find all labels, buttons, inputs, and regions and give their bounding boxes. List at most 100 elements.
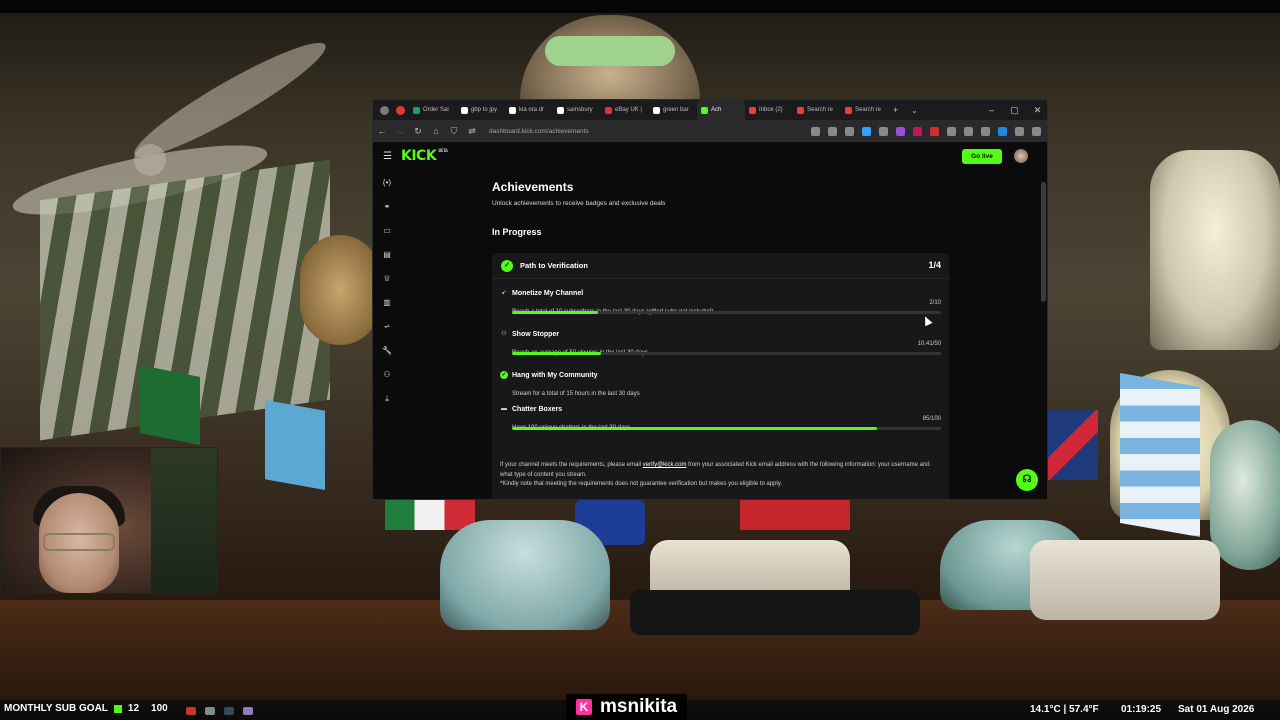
- calendar-icon[interactable]: ▭: [381, 225, 393, 237]
- minimize-button[interactable]: –: [980, 105, 1003, 115]
- flag-blue: [265, 400, 325, 490]
- puzzle-icon[interactable]: [981, 126, 990, 136]
- tab-list-button[interactable]: ⌄: [907, 100, 925, 120]
- extensions: [807, 126, 1045, 136]
- browser-tab[interactable]: eBay UK |: [601, 100, 649, 120]
- flag-red: [740, 500, 850, 530]
- achievement-progress: 10.41/50: [917, 341, 941, 347]
- extension-icon[interactable]: [879, 126, 888, 136]
- browser-tab[interactable]: kia ora dr: [505, 100, 553, 120]
- achievement-details: Reach a total of 10 subscribers in the l…: [512, 300, 941, 315]
- address-bar[interactable]: dashboard.kick.com/achievements: [485, 124, 805, 138]
- page-scrollbar[interactable]: [1039, 170, 1047, 499]
- achievement-details: Have 100 unique chatters in the last 30 …: [512, 416, 941, 431]
- lamp: [1150, 150, 1280, 350]
- help-chat-button[interactable]: ☊: [1016, 469, 1038, 491]
- extension-icon[interactable]: [896, 126, 905, 136]
- home-icon[interactable]: ⌂: [427, 126, 445, 136]
- achievement-progress: 2/10: [929, 300, 941, 306]
- date: Sat 01 Aug 2026: [1178, 704, 1255, 715]
- browser-tab[interactable]: Inbox (2): [745, 100, 793, 120]
- apps-icon[interactable]: [828, 126, 837, 136]
- section-title: In Progress: [492, 227, 542, 237]
- kick-logo[interactable]: KICK BETA: [401, 148, 448, 164]
- card-header[interactable]: ✓ Path to Verification 1/4: [492, 253, 949, 279]
- tab-favicon-icon: [749, 106, 756, 114]
- tab-actions-icon[interactable]: [380, 105, 389, 115]
- bookmark-icon[interactable]: [845, 126, 854, 136]
- shield-icon[interactable]: ⛉: [445, 126, 463, 137]
- page-title: Achievements: [492, 180, 574, 194]
- tab-label: sainsbury: [567, 107, 593, 113]
- user-avatar[interactable]: [1014, 149, 1028, 163]
- broadcast-icon[interactable]: (•): [381, 177, 393, 189]
- wrench-icon[interactable]: 🔧: [381, 345, 393, 357]
- card-icon[interactable]: ▥: [381, 297, 393, 309]
- app-icon[interactable]: [224, 707, 234, 715]
- tab-label: Inbox (2): [759, 107, 783, 113]
- grid-icon[interactable]: [1015, 126, 1024, 136]
- extension-icon[interactable]: [947, 126, 956, 136]
- flag-uk: [1048, 410, 1098, 480]
- progress-bar: [512, 427, 941, 430]
- site-settings-icon[interactable]: ⇌: [463, 126, 481, 137]
- extension-icon[interactable]: [930, 126, 939, 136]
- tab-favicon-icon: [797, 106, 804, 114]
- tab-favicon-icon: [845, 106, 852, 114]
- app-icon[interactable]: [186, 707, 196, 715]
- chart-icon[interactable]: ▤: [381, 249, 393, 261]
- verify-email-link[interactable]: verify@kick.com: [643, 462, 687, 468]
- browser-tab[interactable]: gbp to jpy: [457, 100, 505, 120]
- achievement-name: Chatter Boxers: [512, 405, 563, 413]
- verified-badge-icon: ✓: [501, 259, 513, 272]
- flag-italy: [385, 500, 475, 530]
- tab-label: Order Sai: [423, 107, 449, 113]
- top-letterbox: [0, 0, 1280, 13]
- app-icon[interactable]: [243, 707, 253, 715]
- sleep-mask: [545, 36, 675, 66]
- hamburger-menu-icon[interactable]: ☰: [383, 151, 393, 162]
- back-icon[interactable]: ←: [373, 126, 391, 136]
- forward-icon[interactable]: →: [391, 126, 409, 136]
- menu-icon[interactable]: [1032, 126, 1041, 136]
- tab-label: Search re: [807, 107, 834, 113]
- browser-tab[interactable]: green bar: [649, 100, 697, 120]
- tab-label: Search re: [855, 107, 882, 113]
- new-tab-button[interactable]: +: [889, 100, 907, 120]
- browser-tab[interactable]: sainsbury: [553, 100, 601, 120]
- arrow-icon: ➹: [501, 290, 507, 296]
- browser-tab[interactable]: Ach: [697, 100, 745, 120]
- achievement-details: Reach an average of 50 viewers in the la…: [512, 341, 941, 356]
- extension-icon[interactable]: [913, 126, 922, 136]
- users-icon[interactable]: ⚇: [381, 369, 393, 381]
- extension-icon[interactable]: [964, 126, 973, 136]
- telephone: [440, 520, 610, 630]
- progress-fill: [512, 311, 598, 314]
- browser-tab[interactable]: Search re: [841, 100, 889, 120]
- analytics-icon[interactable]: ⩫: [381, 321, 393, 333]
- app-icon[interactable]: [205, 707, 215, 715]
- cushion: [300, 235, 380, 345]
- achievements-header: Achievements Unlock achievements to rece…: [492, 180, 952, 237]
- yandex-icon[interactable]: [396, 105, 405, 115]
- scrollbar-thumb[interactable]: [1041, 182, 1046, 302]
- download-icon[interactable]: [862, 126, 871, 136]
- progress-fill: [512, 427, 877, 430]
- extension-icon[interactable]: [998, 126, 1007, 136]
- tab-favicon-icon: [557, 106, 564, 114]
- tab-favicon-icon: [701, 106, 708, 114]
- maximize-button[interactable]: ▢: [1003, 105, 1026, 116]
- link-icon[interactable]: ⚭: [381, 201, 393, 213]
- reload-icon[interactable]: ↻: [409, 126, 427, 137]
- trophy-icon[interactable]: ♕: [381, 273, 393, 285]
- webcam-glasses: [43, 533, 115, 551]
- kick-icon: [113, 704, 122, 713]
- browser-tab[interactable]: Order Sai: [409, 100, 457, 120]
- weather: 14.1°C | 57.4°F: [1030, 704, 1099, 715]
- reader-icon[interactable]: [811, 126, 820, 136]
- go-live-button[interactable]: Go live: [962, 149, 1002, 164]
- achievement-details: Stream for a total of 15 hours in the la…: [512, 382, 941, 397]
- close-button[interactable]: ✕: [1026, 105, 1047, 116]
- download-icon[interactable]: ⤓: [381, 393, 393, 405]
- browser-tab[interactable]: Search re: [793, 100, 841, 120]
